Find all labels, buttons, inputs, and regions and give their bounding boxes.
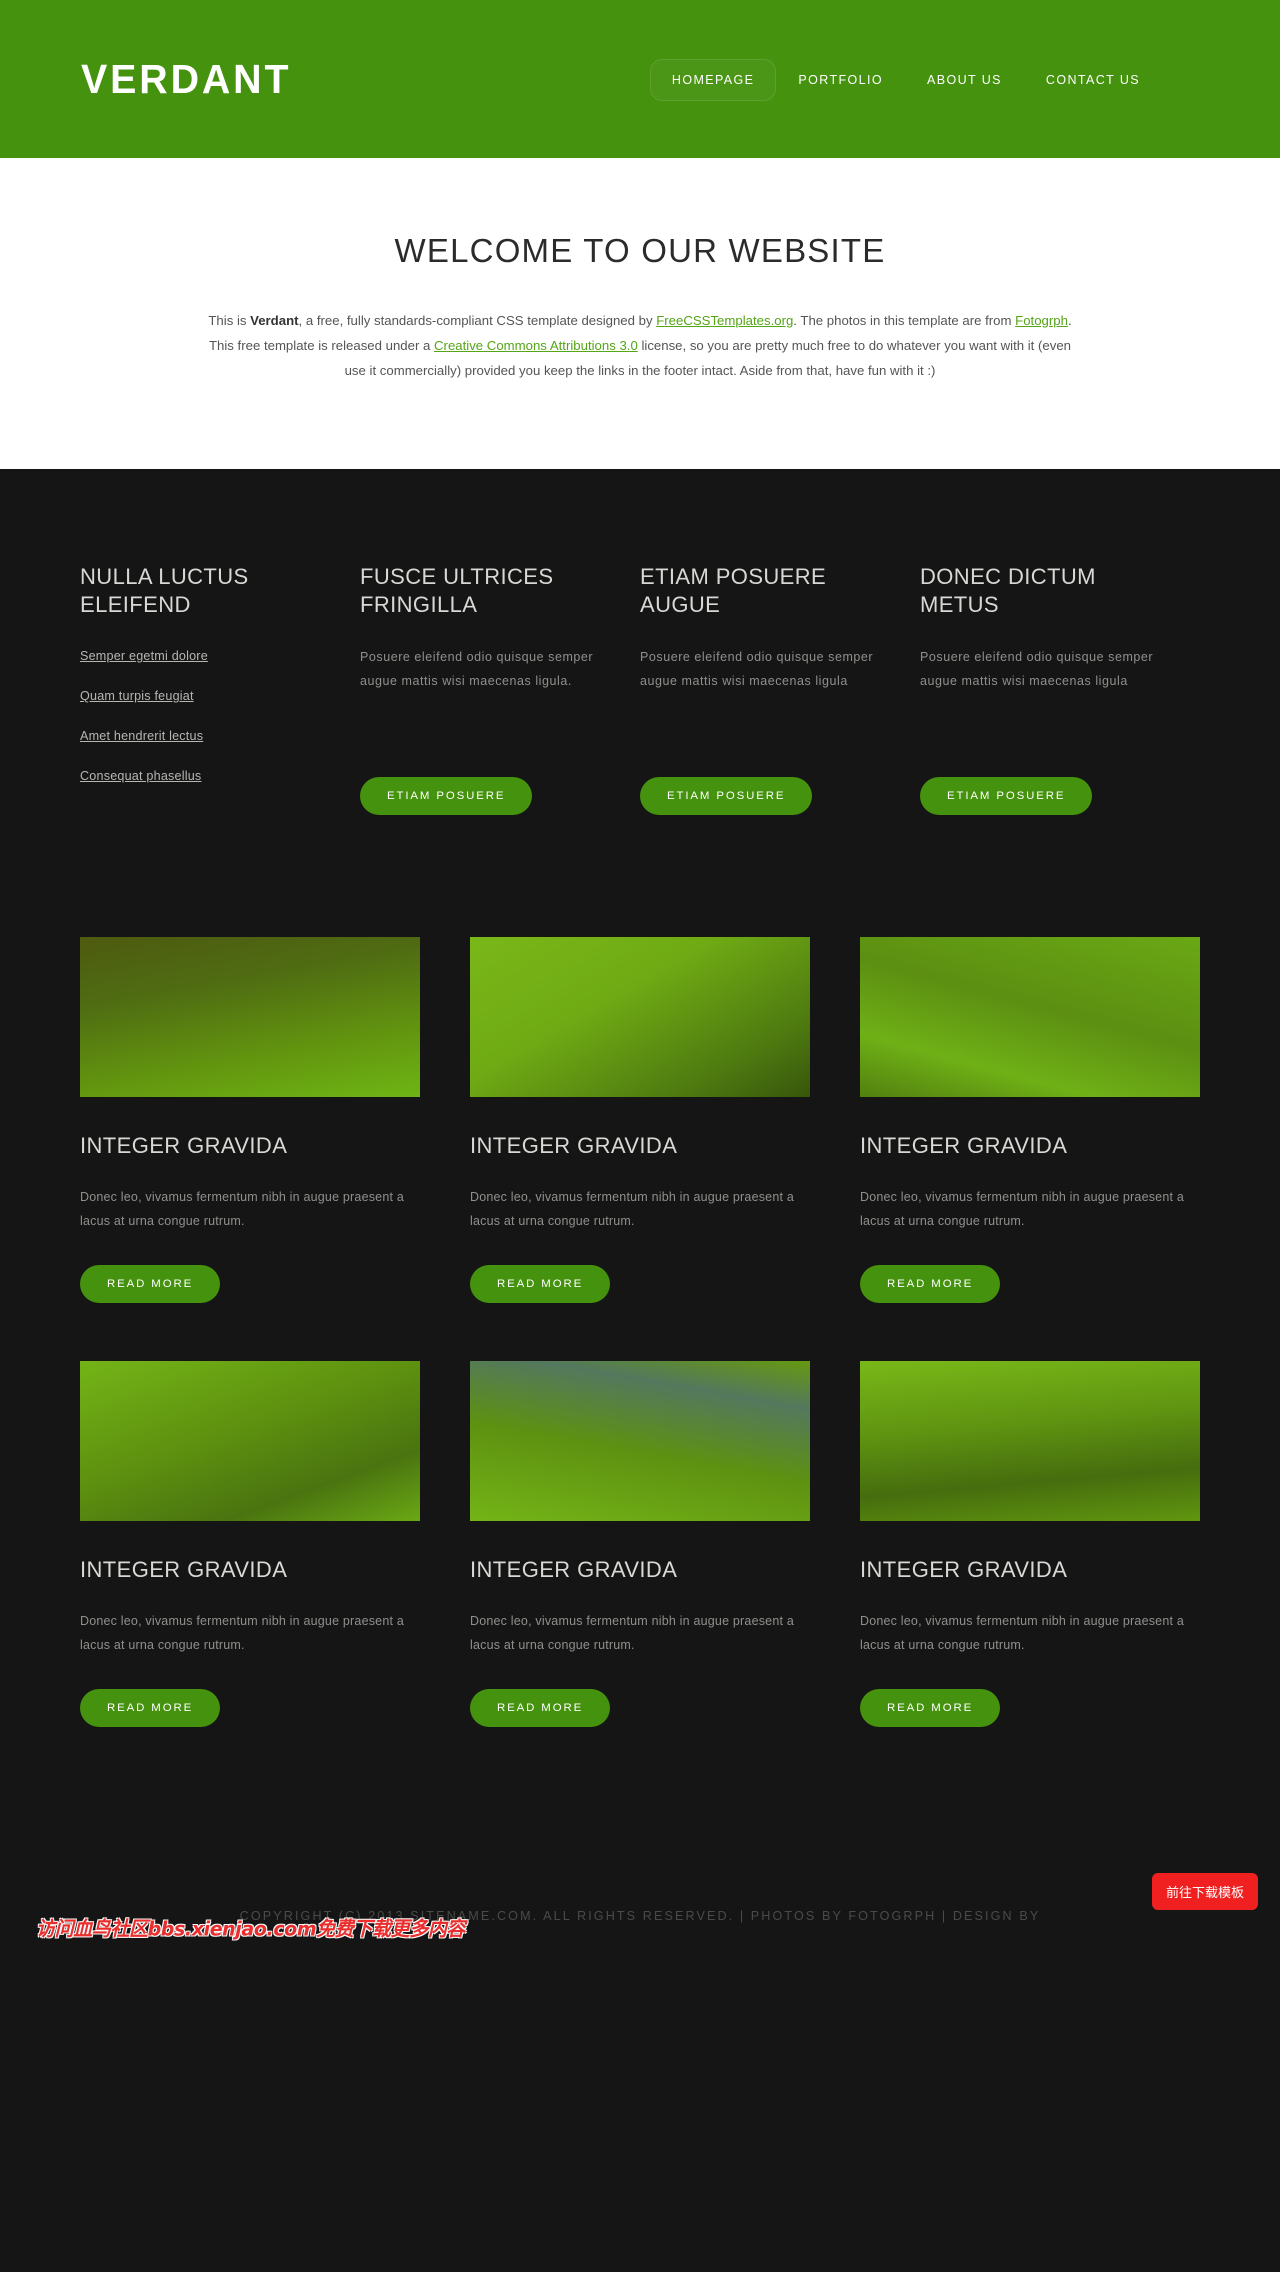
link-freecsstemplates[interactable]: FreeCSSTemplates.org (656, 313, 793, 328)
link-fotogrph[interactable]: Fotogrph (1015, 313, 1068, 328)
nav-item-portfolio[interactable]: PORTFOLIO (776, 59, 905, 101)
read-more-button[interactable]: READ MORE (80, 1265, 221, 1303)
read-more-button[interactable]: READ MORE (470, 1689, 611, 1727)
link-creative-commons[interactable]: Creative Commons Attributions 3.0 (434, 338, 638, 353)
gallery-image[interactable] (80, 1361, 420, 1521)
welcome-paragraph: This is Verdant, a free, fully standards… (200, 308, 1080, 383)
etiam-posuere-button[interactable]: ETIAM POSUERE (640, 777, 813, 815)
list-item: Consequat phasellus (80, 765, 324, 784)
feature-text: Posuere eleifend odio quisque semper aug… (360, 650, 594, 688)
feature-column-donec-dictum: DONEC DICTUM METUS Posuere eleifend odio… (920, 563, 1200, 815)
page-title: WELCOME TO OUR WEBSITE (394, 232, 886, 269)
feature-text: Posuere eleifend odio quisque semper aug… (640, 650, 874, 688)
read-more-button[interactable]: READ MORE (470, 1265, 611, 1303)
gallery-card-title: INTEGER GRAVIDA (470, 1557, 678, 1582)
gallery-card: INTEGER GRAVIDA Donec leo, vivamus ferme… (860, 1361, 1200, 1727)
welcome-text-2: , a free, fully standards-compliant CSS … (298, 313, 657, 328)
site-header: VERDANT HOMEPAGE PORTFOLIO ABOUT US CONT… (0, 0, 1280, 158)
gallery-image[interactable] (470, 937, 810, 1097)
gallery-image[interactable] (470, 1361, 810, 1521)
gallery-image[interactable] (860, 937, 1200, 1097)
feature-column-fusce-ultrices: FUSCE ULTRICES FRINGILLA Posuere eleifen… (360, 563, 640, 815)
list-item: Semper egetmi dolore (80, 645, 324, 664)
nav-item-contact-us[interactable]: CONTACT US (1024, 59, 1162, 101)
gallery-card-title: INTEGER GRAVIDA (80, 1557, 288, 1582)
gallery-card-title: INTEGER GRAVIDA (80, 1133, 288, 1158)
feature-link-semper[interactable]: Semper egetmi dolore (80, 649, 208, 663)
feature-link-list: Semper egetmi dolore Quam turpis feugiat… (80, 645, 324, 784)
site-footer: COPYRIGHT (C) 2013 SITENAME.COM. ALL RIG… (0, 1785, 1280, 1965)
gallery-card: INTEGER GRAVIDA Donec leo, vivamus ferme… (470, 937, 810, 1303)
gallery-card-title: INTEGER GRAVIDA (860, 1133, 1068, 1158)
feature-link-consequat[interactable]: Consequat phasellus (80, 769, 201, 783)
nav-item-homepage[interactable]: HOMEPAGE (649, 59, 777, 101)
gallery-card: INTEGER GRAVIDA Donec leo, vivamus ferme… (860, 937, 1200, 1303)
feature-title: NULLA LUCTUS ELEIFEND (80, 564, 249, 617)
gallery-card-text: Donec leo, vivamus fermentum nibh in aug… (470, 1190, 794, 1228)
welcome-text-1: This is (208, 313, 251, 328)
gallery-card-text: Donec leo, vivamus fermentum nibh in aug… (860, 1614, 1184, 1652)
feature-column-nulla-luctus: NULLA LUCTUS ELEIFEND Semper egetmi dolo… (80, 563, 360, 815)
gallery-card: INTEGER GRAVIDA Donec leo, vivamus ferme… (80, 1361, 420, 1727)
feature-column-etiam-posuere: ETIAM POSUERE AUGUE Posuere eleifend odi… (640, 563, 920, 815)
gallery-card-text: Donec leo, vivamus fermentum nibh in aug… (860, 1190, 1184, 1228)
brand-name: Verdant (250, 313, 299, 328)
read-more-button[interactable]: READ MORE (860, 1265, 1001, 1303)
gallery-image[interactable] (80, 937, 420, 1097)
download-template-button[interactable]: 前往下载模板 (1151, 1873, 1258, 1910)
feature-link-quam[interactable]: Quam turpis feugiat (80, 689, 194, 703)
gallery-image[interactable] (860, 1361, 1200, 1521)
gallery-card: INTEGER GRAVIDA Donec leo, vivamus ferme… (470, 1361, 810, 1727)
feature-title: DONEC DICTUM METUS (920, 564, 1096, 617)
nav-item-about-us[interactable]: ABOUT US (905, 59, 1024, 101)
gallery-card-title: INTEGER GRAVIDA (860, 1557, 1068, 1582)
watermark-overlay: 访问血鸟社区bbs.xienjao.com免费下载更多内容 (36, 1917, 466, 1941)
feature-columns: NULLA LUCTUS ELEIFEND Semper egetmi dolo… (80, 527, 1200, 815)
feature-title: ETIAM POSUERE AUGUE (640, 564, 827, 617)
etiam-posuere-button[interactable]: ETIAM POSUERE (920, 777, 1093, 815)
list-item: Amet hendrerit lectus (80, 725, 324, 744)
dark-content-section: NULLA LUCTUS ELEIFEND Semper egetmi dolo… (0, 469, 1280, 1965)
read-more-button[interactable]: READ MORE (80, 1689, 221, 1727)
feature-link-amet[interactable]: Amet hendrerit lectus (80, 729, 203, 743)
feature-title: FUSCE ULTRICES FRINGILLA (360, 564, 554, 617)
gallery-card: INTEGER GRAVIDA Donec leo, vivamus ferme… (80, 937, 420, 1303)
welcome-section: WELCOME TO OUR WEBSITE This is Verdant, … (0, 158, 1280, 469)
list-item: Quam turpis feugiat (80, 685, 324, 704)
gallery-card-text: Donec leo, vivamus fermentum nibh in aug… (80, 1190, 404, 1228)
site-logo[interactable]: VERDANT (81, 58, 291, 100)
gallery-card-title: INTEGER GRAVIDA (470, 1133, 678, 1158)
welcome-text-3: . The photos in this template are from (793, 313, 1016, 328)
etiam-posuere-button[interactable]: ETIAM POSUERE (360, 777, 533, 815)
gallery-card-text: Donec leo, vivamus fermentum nibh in aug… (80, 1614, 404, 1652)
gallery-card-text: Donec leo, vivamus fermentum nibh in aug… (470, 1614, 794, 1652)
gallery-grid: INTEGER GRAVIDA Donec leo, vivamus ferme… (80, 815, 1200, 1785)
feature-text: Posuere eleifend odio quisque semper aug… (920, 650, 1154, 688)
read-more-button[interactable]: READ MORE (860, 1689, 1001, 1727)
main-navigation: HOMEPAGE PORTFOLIO ABOUT US CONTACT US (649, 59, 1162, 101)
